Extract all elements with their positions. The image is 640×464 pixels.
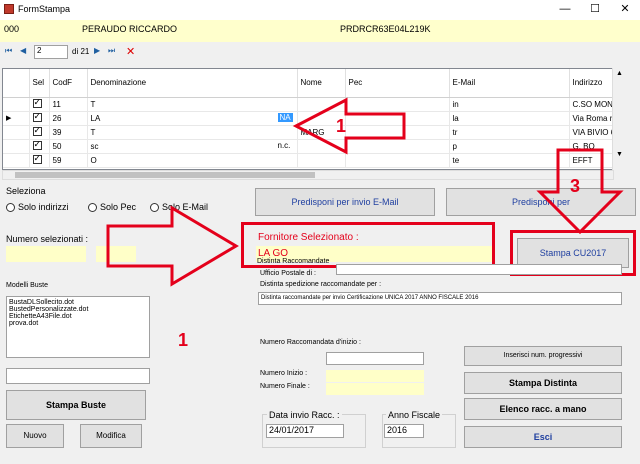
arrow-to-stampa-cu-icon <box>536 148 624 235</box>
annotation-arrows <box>106 97 624 287</box>
arrow-to-fornitore-icon <box>106 205 239 287</box>
arrow-to-grid-icon <box>292 97 406 155</box>
